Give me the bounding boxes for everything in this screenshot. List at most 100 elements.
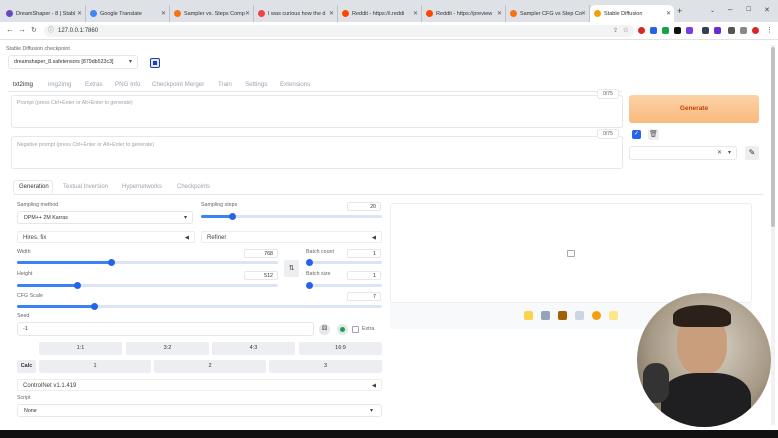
- tab-generation[interactable]: Generation: [19, 184, 49, 190]
- forward-icon[interactable]: →: [18, 25, 26, 34]
- reuse-seed-button[interactable]: [337, 324, 348, 335]
- browser-tab-active[interactable]: Stable Diffusion ✕: [590, 5, 674, 22]
- browser-tab[interactable]: Reddit - https://preview ✕: [422, 5, 506, 22]
- close-tab-icon[interactable]: ✕: [497, 10, 502, 17]
- tab-train[interactable]: Train: [218, 81, 232, 88]
- profile-avatar[interactable]: [752, 27, 759, 34]
- browser-tab[interactable]: Google Translate ✕: [86, 5, 170, 22]
- zip-icon[interactable]: [558, 311, 567, 320]
- generate-button[interactable]: Generate: [629, 95, 759, 123]
- minimize-icon[interactable]: –: [728, 5, 732, 14]
- multiplier-button[interactable]: 2: [154, 360, 266, 373]
- extension-icon[interactable]: [714, 27, 721, 34]
- multiplier-button[interactable]: 3: [269, 360, 382, 373]
- random-seed-button[interactable]: ⚄: [319, 324, 330, 335]
- extensions-puzzle-icon[interactable]: [728, 27, 735, 34]
- slider-knob[interactable]: [228, 213, 236, 220]
- maximize-icon[interactable]: ☐: [746, 6, 751, 13]
- tab-img2img[interactable]: img2img: [48, 81, 71, 88]
- cfg-scale-slider[interactable]: [17, 303, 382, 310]
- refresh-checkpoint-button[interactable]: [150, 58, 160, 68]
- sampling-steps-input[interactable]: 20: [347, 202, 381, 211]
- width-slider[interactable]: [17, 259, 278, 266]
- url-field[interactable]: ⓘ 127.0.0.1:7860 ⇪ ☆: [44, 25, 634, 37]
- ratio-button[interactable]: 16:9: [299, 342, 382, 355]
- styles-dropdown[interactable]: ✕ ▾: [629, 146, 737, 160]
- tab-txt2img[interactable]: txt2img: [13, 81, 33, 88]
- page-scrollbar[interactable]: [771, 45, 775, 425]
- extra-checkbox[interactable]: [352, 326, 359, 333]
- tab-png-info[interactable]: PNG Info: [115, 81, 140, 88]
- tab-checkpoint-merger[interactable]: Checkpoint Merger: [152, 81, 204, 88]
- extension-icon[interactable]: [702, 27, 709, 34]
- send-to-inpaint-icon[interactable]: [592, 311, 601, 320]
- slider-knob[interactable]: [107, 259, 115, 266]
- browser-tab[interactable]: DreamShaper - 8 | Stabl ✕: [2, 5, 86, 22]
- tab-extensions[interactable]: Extensions: [280, 81, 310, 88]
- controlnet-accordion[interactable]: ControlNet v1.1.419 ◀: [17, 379, 382, 391]
- reload-icon[interactable]: ↻: [31, 26, 37, 34]
- sampling-method-dropdown[interactable]: DPM++ 2M Karras ▾: [17, 211, 193, 224]
- clear-prompt-button[interactable]: 🗑: [648, 129, 659, 140]
- width-input[interactable]: 768: [244, 249, 278, 258]
- clear-icon[interactable]: ✕: [717, 149, 722, 156]
- batch-count-slider[interactable]: [306, 259, 382, 266]
- swap-dimensions-button[interactable]: ⇅: [284, 260, 299, 277]
- share-icon[interactable]: ⇪: [613, 25, 618, 37]
- browser-tab[interactable]: Reddit - https://i.reddi ✕: [338, 5, 422, 22]
- checkpoint-dropdown[interactable]: dreamshaper_8.safetensors [879db523c3] ▾: [8, 55, 138, 69]
- sidebar-icon[interactable]: [740, 27, 747, 34]
- site-info-icon[interactable]: ⓘ: [48, 25, 54, 37]
- browser-tab[interactable]: Sampler vs. Steps Comp ✕: [170, 5, 254, 22]
- slider-knob[interactable]: [90, 303, 98, 310]
- slider-knob[interactable]: [74, 282, 82, 289]
- negative-prompt-textarea[interactable]: Negative prompt (press Ctrl+Enter or Alt…: [11, 136, 623, 169]
- seed-input[interactable]: -1: [17, 322, 314, 336]
- tab-extras[interactable]: Extras: [85, 81, 103, 88]
- extension-icon[interactable]: [638, 27, 645, 34]
- script-dropdown[interactable]: None ▾: [17, 404, 382, 417]
- extension-icon[interactable]: [686, 27, 693, 34]
- extension-icon[interactable]: [662, 27, 669, 34]
- close-tab-icon[interactable]: ✕: [77, 10, 82, 17]
- sampling-steps-slider[interactable]: [201, 213, 382, 220]
- save-icon[interactable]: [541, 311, 550, 320]
- send-to-extras-icon[interactable]: [609, 311, 618, 320]
- tab-settings[interactable]: Settings: [245, 81, 267, 88]
- tab-hypernetworks[interactable]: Hypernetworks: [122, 184, 162, 190]
- batch-size-slider[interactable]: [306, 282, 382, 289]
- slider-knob[interactable]: [306, 259, 313, 266]
- prompt-textarea[interactable]: Prompt (press Ctrl+Enter or Alt+Enter to…: [11, 95, 623, 128]
- bookmark-star-icon[interactable]: ☆: [623, 25, 629, 37]
- cfg-scale-input[interactable]: 7: [347, 292, 381, 301]
- apply-style-button[interactable]: ✓: [632, 130, 641, 139]
- close-tab-icon[interactable]: ✕: [245, 10, 250, 17]
- close-tab-icon[interactable]: ✕: [161, 10, 166, 17]
- close-tab-icon[interactable]: ✕: [329, 10, 334, 17]
- new-tab-icon[interactable]: +: [677, 6, 682, 16]
- ratio-button[interactable]: 1:1: [39, 342, 122, 355]
- height-slider[interactable]: [17, 282, 278, 289]
- tab-textual-inversion[interactable]: Textual Inversion: [63, 184, 108, 190]
- pen-extension-icon[interactable]: [674, 27, 681, 34]
- slider-knob[interactable]: [306, 282, 313, 289]
- refiner-accordion[interactable]: Refiner ◀: [201, 231, 382, 243]
- edit-styles-button[interactable]: ✎: [745, 146, 759, 160]
- scrollbar-thumb[interactable]: [771, 47, 775, 227]
- close-tab-icon[interactable]: ✕: [581, 10, 586, 17]
- close-tab-icon[interactable]: ✕: [666, 10, 671, 17]
- hires-fix-accordion[interactable]: Hires. fix ◀: [17, 231, 195, 243]
- tab-checkpoints[interactable]: Checkpoints: [177, 184, 210, 190]
- tab-search-icon[interactable]: ⌄: [710, 7, 715, 14]
- ratio-button[interactable]: 4:3: [212, 342, 295, 355]
- menu-icon[interactable]: ⋮: [766, 26, 773, 34]
- translate-extension-icon[interactable]: [650, 27, 657, 34]
- back-icon[interactable]: ←: [6, 25, 14, 34]
- calc-button[interactable]: Calc: [17, 360, 36, 373]
- multiplier-button[interactable]: 1: [39, 360, 151, 373]
- close-window-icon[interactable]: ✕: [764, 6, 770, 14]
- browser-tab[interactable]: I was curious how the d ✕: [254, 5, 338, 22]
- send-to-img2img-icon[interactable]: [575, 311, 584, 320]
- batch-size-input[interactable]: 1: [347, 271, 381, 280]
- ratio-button[interactable]: 3:2: [126, 342, 209, 355]
